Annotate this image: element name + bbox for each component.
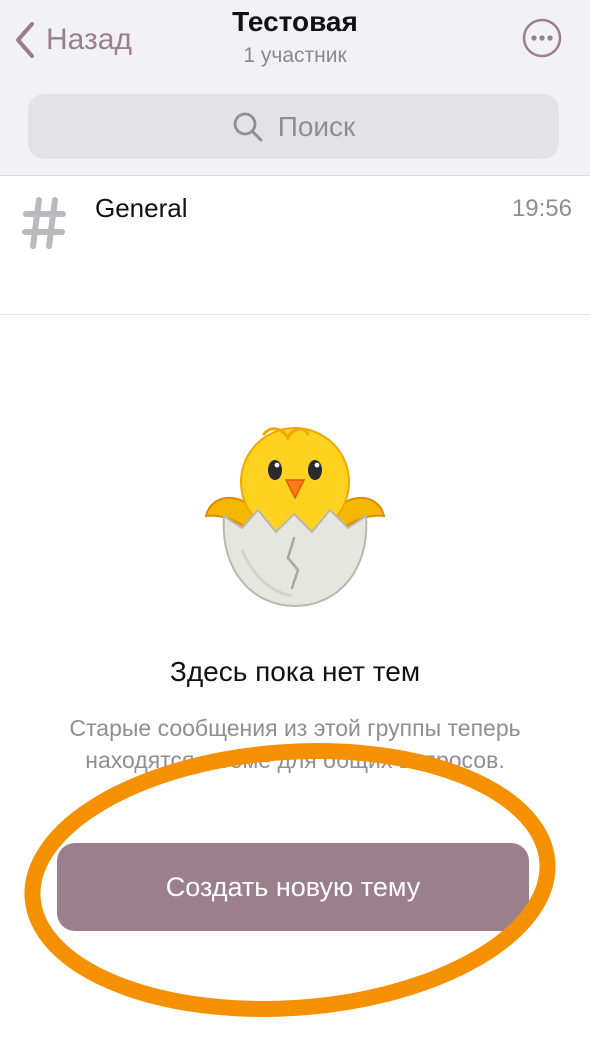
search-icon <box>233 112 263 141</box>
chat-title: Тестовая <box>232 6 358 37</box>
hash-icon <box>22 197 66 249</box>
search-placeholder: Поиск <box>277 110 356 142</box>
topic-name: General <box>95 193 188 223</box>
topic-row-general[interactable] <box>0 176 590 315</box>
empty-state-description: Старые сообщения из этой группы теперь н… <box>69 715 521 773</box>
create-topic-button[interactable]: Создать новую тему <box>57 843 529 931</box>
topic-time: 19:56 <box>511 195 572 222</box>
search-input[interactable]: Поиск <box>28 94 559 159</box>
hatching-chick-icon <box>204 427 386 608</box>
empty-state-title: Здесь пока нет тем <box>169 656 421 687</box>
member-count: 1 участник <box>243 44 347 67</box>
more-icon[interactable] <box>522 18 562 58</box>
nav-header: Назад Тестовая 1 участник Поиск <box>0 0 590 176</box>
